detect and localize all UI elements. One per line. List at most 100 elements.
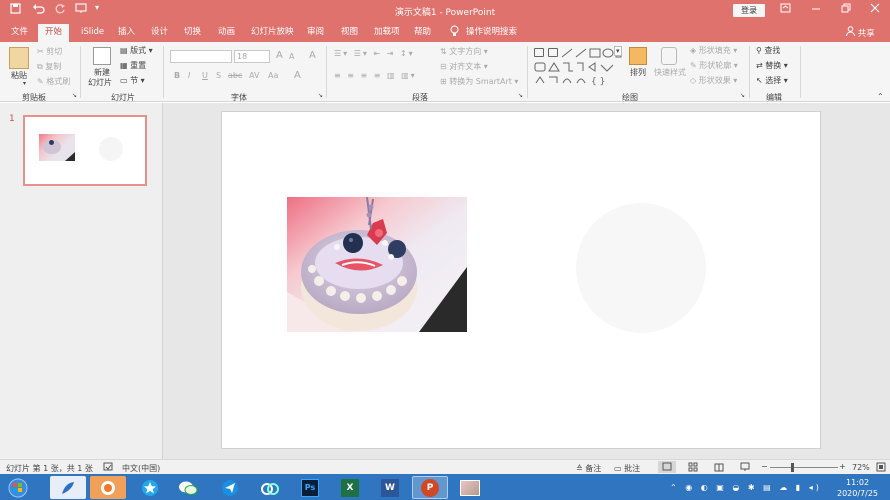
copy-button[interactable]: ⧉ 复制 xyxy=(37,61,61,72)
cloud-app-icon[interactable] xyxy=(252,476,288,499)
shape-effects-button[interactable]: ◇ 形状效果 ▾ xyxy=(690,75,737,86)
circle-shape[interactable] xyxy=(576,203,706,333)
image-viewer-icon[interactable] xyxy=(452,476,488,499)
bullets-icon[interactable]: ☰▾ ☰▾ ⇤ ⇥ ↕▾ xyxy=(334,49,415,58)
star-app-icon[interactable] xyxy=(132,476,168,499)
slideshow-icon[interactable] xyxy=(740,462,750,474)
zoom-in-button[interactable]: + xyxy=(839,462,846,471)
layout-button[interactable]: ▤ 版式 ▾ xyxy=(120,45,153,56)
cake-photo[interactable] xyxy=(287,197,467,332)
format-painter-button[interactable]: ✎ 格式刷 xyxy=(37,76,70,87)
excel-icon[interactable]: X xyxy=(332,476,368,499)
quick-styles-button[interactable]: 快速样式 xyxy=(654,67,686,78)
quick-styles-icon[interactable] xyxy=(661,47,677,65)
select-button[interactable]: ↖ 选择 ▾ xyxy=(756,75,788,86)
shape-fill-button[interactable]: ◈ 形状填充 ▾ xyxy=(690,45,737,56)
shapes-gallery[interactable]: { } xyxy=(532,46,624,88)
tab-insert[interactable]: 插入 xyxy=(118,25,135,40)
share-button[interactable]: 共享 xyxy=(846,26,875,39)
change-case-button[interactable]: Aa xyxy=(268,71,278,80)
shape-outline-button[interactable]: ✎ 形状轮廓 ▾ xyxy=(690,60,738,71)
clock-time[interactable]: 11:02 xyxy=(846,478,869,487)
notes-button[interactable]: ≙ 备注 xyxy=(576,463,601,474)
grow-font-button[interactable]: A xyxy=(276,50,283,61)
tab-view[interactable]: 视图 xyxy=(341,25,358,40)
group-label-clipboard: 剪贴板 xyxy=(22,93,46,102)
clear-format-button[interactable]: A xyxy=(309,50,316,61)
strikethrough-button[interactable]: abc xyxy=(228,71,242,80)
photoshop-icon[interactable]: Ps xyxy=(292,476,328,499)
new-slide-icon[interactable] xyxy=(93,47,111,65)
font-size-combo[interactable]: 18 xyxy=(234,50,270,63)
system-tray-icons[interactable]: ⌃ ◉ ◐ ▣ ◒ ✱ ▤ ☁ ▮ ◂) xyxy=(670,483,822,492)
ribbon-display-icon[interactable] xyxy=(780,3,791,16)
align-icons[interactable]: ≡ ≡ ≡ ≡ ▥ ▥▾ xyxy=(334,71,417,80)
feather-app-icon[interactable] xyxy=(50,476,86,499)
comments-button[interactable]: ▭ 批注 xyxy=(614,463,640,474)
powerpoint-icon[interactable]: P xyxy=(412,476,448,499)
fit-to-window-icon[interactable] xyxy=(876,462,886,474)
tab-slideshow[interactable]: 幻灯片放映 xyxy=(251,25,294,40)
minimize-icon[interactable] xyxy=(811,3,821,16)
paper-plane-icon[interactable] xyxy=(212,476,248,499)
tab-review[interactable]: 审阅 xyxy=(307,25,324,40)
cursor-icon: ↖ xyxy=(756,76,763,85)
tab-addins[interactable]: 加载项 xyxy=(374,25,400,40)
gallery-scroll-icon[interactable]: ▾ xyxy=(614,46,622,56)
lightbulb-icon[interactable] xyxy=(450,25,459,40)
tab-home[interactable]: 开始 xyxy=(38,24,70,42)
reading-view-icon[interactable] xyxy=(714,462,724,474)
bold-button[interactable]: B xyxy=(174,71,180,80)
start-icon[interactable] xyxy=(4,476,32,499)
clock-date[interactable]: 2020/7/25 xyxy=(837,489,878,498)
cut-button[interactable]: ✂ 剪切 xyxy=(37,46,62,57)
tab-design[interactable]: 设计 xyxy=(151,25,168,40)
zoom-slider-track[interactable] xyxy=(770,467,838,468)
tab-islide[interactable]: iSlide xyxy=(81,25,104,40)
slide-thumbnail[interactable] xyxy=(23,115,147,186)
language-status[interactable]: 中文(中国) xyxy=(122,463,160,474)
new-slide-label-2[interactable]: 幻灯片 xyxy=(88,77,112,88)
close-icon[interactable] xyxy=(870,3,880,16)
restore-icon[interactable] xyxy=(841,3,851,16)
collapse-ribbon-icon[interactable]: ⌃ xyxy=(877,92,884,101)
italic-button[interactable]: I xyxy=(188,71,190,80)
smartart-button[interactable]: ⊞ 转换为 SmartArt ▾ xyxy=(440,76,518,87)
find-button[interactable]: ⚲ 查找 xyxy=(756,45,780,56)
arrange-icon[interactable] xyxy=(629,47,647,65)
tab-transitions[interactable]: 切换 xyxy=(184,25,201,40)
tab-file[interactable]: 文件 xyxy=(11,25,28,40)
char-spacing-button[interactable]: AV xyxy=(249,71,259,80)
reset-button[interactable]: ▦ 重置 xyxy=(120,60,146,71)
word-icon[interactable]: W xyxy=(372,476,408,499)
section-button[interactable]: ▭ 节 ▾ xyxy=(120,75,145,86)
arrange-button[interactable]: 排列 xyxy=(630,67,646,78)
drawing-launcher-icon[interactable]: ↘ xyxy=(740,92,745,99)
align-text-button[interactable]: ⊟ 对齐文本 ▾ xyxy=(440,61,488,72)
wechat-icon[interactable] xyxy=(170,476,206,499)
shadow-button[interactable]: S xyxy=(216,71,221,80)
font-launcher-icon[interactable]: ↘ xyxy=(318,92,323,99)
slide-canvas[interactable] xyxy=(221,111,821,449)
layout-icon: ▤ xyxy=(120,46,128,55)
tell-me-search[interactable]: 操作说明搜索 xyxy=(466,25,517,40)
zoom-out-button[interactable]: − xyxy=(761,462,768,471)
underline-button[interactable]: U xyxy=(202,71,208,80)
tab-help[interactable]: 帮助 xyxy=(414,25,431,40)
slide-sorter-icon[interactable] xyxy=(688,462,698,474)
normal-view-button[interactable] xyxy=(658,461,676,473)
zoom-slider-thumb[interactable] xyxy=(791,463,794,472)
spellcheck-icon[interactable] xyxy=(103,462,113,474)
fox-browser-icon[interactable] xyxy=(90,476,126,499)
shrink-font-button[interactable]: A xyxy=(289,52,294,61)
font-family-combo[interactable] xyxy=(170,50,232,63)
tab-animations[interactable]: 动画 xyxy=(218,25,235,40)
paste-icon[interactable] xyxy=(9,47,29,69)
text-direction-button[interactable]: ⇅ 文字方向 ▾ xyxy=(440,46,488,57)
zoom-level[interactable]: 72% xyxy=(852,463,870,472)
clipboard-launcher-icon[interactable]: ↘ xyxy=(72,92,77,99)
replace-button[interactable]: ⇄ 替换 ▾ xyxy=(756,60,788,71)
font-color-button[interactable]: A xyxy=(294,70,301,81)
paragraph-launcher-icon[interactable]: ↘ xyxy=(518,92,523,99)
login-button[interactable]: 登录 xyxy=(733,4,765,17)
